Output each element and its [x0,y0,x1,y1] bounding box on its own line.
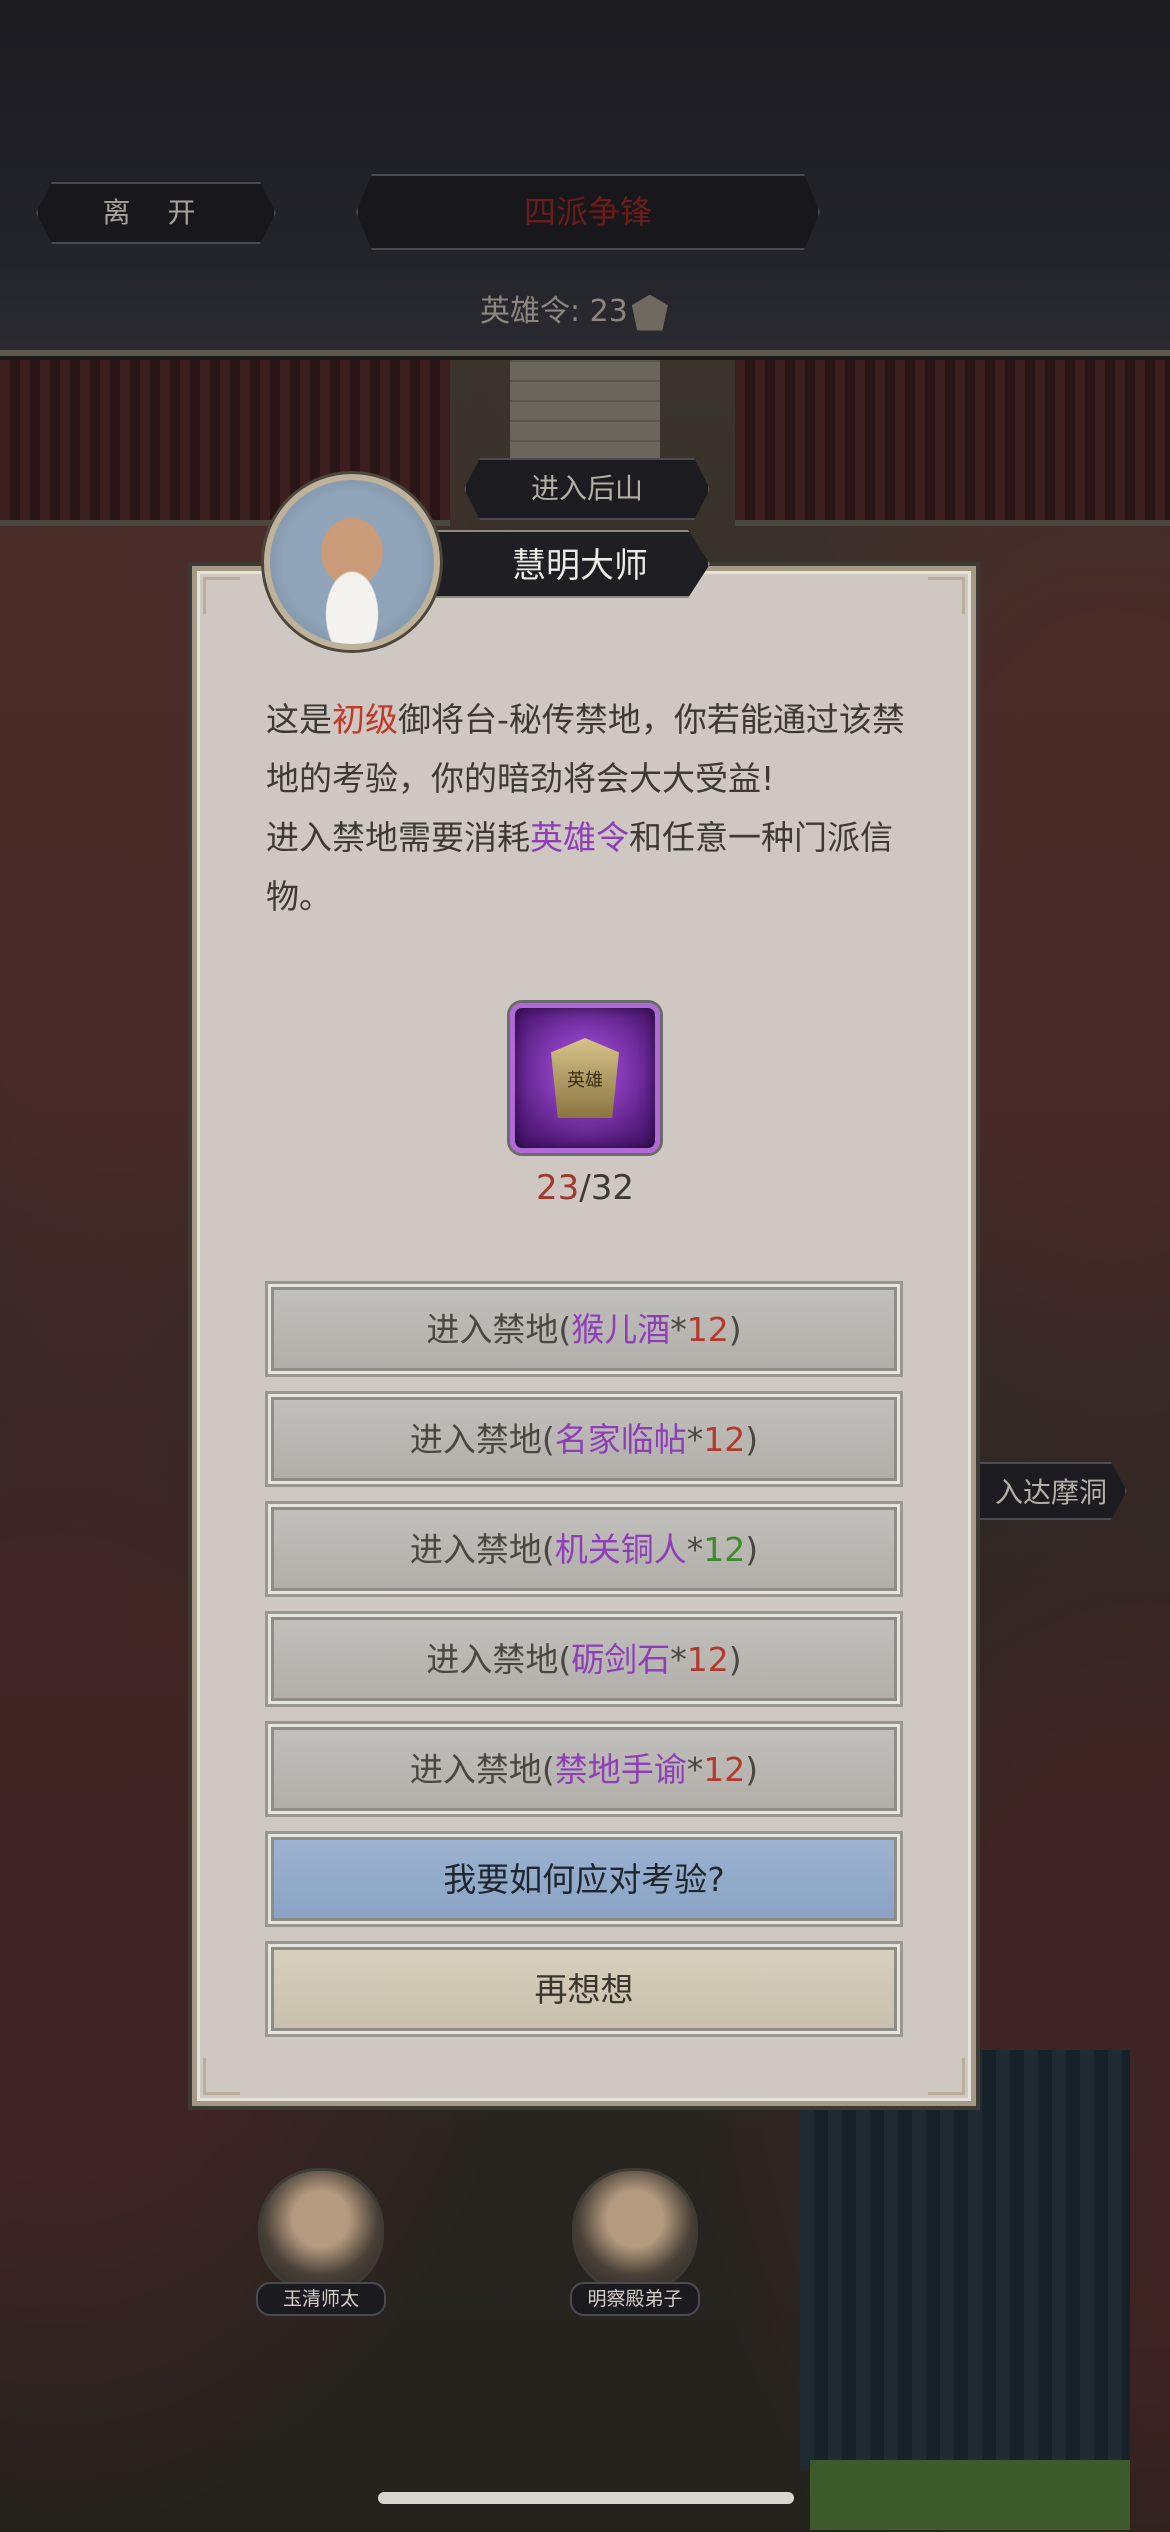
hero-token-label: 英雄令: 23 [480,294,628,329]
option-item: 机关铜人 [554,1530,687,1569]
level-highlight: 初级 [332,700,398,739]
option-star: * [670,1640,687,1679]
corner-ornament [928,577,965,614]
top-bar: 离 开 四派争锋 英雄令: 23 [0,0,1170,356]
temple-roof-bottom [800,2050,1130,2470]
option-star: * [686,1530,704,1569]
token-highlight: 英雄令 [530,818,629,857]
option-count: 12 [686,1640,729,1679]
home-indicator[interactable] [378,2492,794,2504]
page-title: 四派争锋 [356,174,820,250]
grass-strip [810,2460,1130,2530]
enter-damo-cave-button[interactable]: 入达摩洞 [955,1462,1127,1520]
item-count-total: /32 [579,1168,634,1208]
option-item: 砺剑石 [571,1640,671,1679]
item-count: 23/32 [510,1168,660,1208]
corner-ornament [203,577,240,614]
speaker-portrait [264,474,440,650]
option-star: * [686,1750,704,1789]
option-item: 名家临帖 [554,1420,687,1459]
option-item: 猴儿酒 [571,1310,671,1349]
npc-mingcha-disciple[interactable]: 明察殿弟子 [570,2168,700,2316]
hero-token-item-icon[interactable]: 英雄 [510,1003,660,1153]
option-count: 12 [686,1310,729,1349]
option-suffix: ) [728,1640,742,1679]
hero-token-icon [631,294,668,331]
npc-avatar [572,2168,698,2294]
dialog-text: 这是初级御将台-秘传禁地，你若能通过该禁地的考验，你的暗劲将会大大受益! 进入禁地… [266,690,906,926]
option-prefix: 进入禁地( [426,1310,572,1349]
corner-ornament [203,2058,240,2095]
npc-name: 玉清师太 [256,2282,386,2316]
option-suffix: ) [745,1750,759,1789]
leave-button[interactable]: 离 开 [36,182,276,244]
option-suffix: ) [745,1530,759,1569]
option-prefix: 进入禁地( [409,1750,555,1789]
option-star: * [686,1420,704,1459]
emblem-text: 英雄 [567,1070,603,1091]
option-count: 12 [703,1420,746,1459]
option-prefix: 进入禁地( [409,1420,555,1459]
hero-token-counter: 英雄令: 23 [480,286,668,331]
option-prefix: 进入禁地( [409,1530,555,1569]
temple-roof-right [735,360,1170,526]
option-item: 禁地手谕 [554,1750,687,1789]
corner-ornament [928,2058,965,2095]
npc-name: 明察殿弟子 [570,2282,700,2316]
option-count: 12 [703,1530,746,1569]
reconsider-button[interactable]: 再想想 [268,1944,900,2034]
option-suffix: ) [745,1420,759,1459]
enter-with-decree-button[interactable]: 进入禁地(禁地手谕*12) [268,1724,900,1814]
enter-back-mountain-button[interactable]: 进入后山 [464,458,710,520]
npc-yuqing[interactable]: 玉清师太 [256,2168,386,2316]
enter-with-whetstone-button[interactable]: 进入禁地(砺剑石*12) [268,1614,900,1704]
option-prefix: 进入禁地( [426,1640,572,1679]
text-part: 进入禁地需要消耗 [266,818,530,857]
enter-with-calligraphy-button[interactable]: 进入禁地(名家临帖*12) [268,1394,900,1484]
item-count-current: 23 [536,1168,580,1208]
enter-with-monkey-wine-button[interactable]: 进入禁地(猴儿酒*12) [268,1284,900,1374]
option-count: 12 [703,1750,746,1789]
speaker-name: 慧明大师 [420,530,710,598]
option-suffix: ) [728,1310,742,1349]
enter-with-bronze-man-button[interactable]: 进入禁地(机关铜人*12) [268,1504,900,1594]
how-to-handle-button[interactable]: 我要如何应对考验? [268,1834,900,1924]
npc-avatar [258,2168,384,2294]
text-part: 这是 [266,700,332,739]
option-star: * [670,1310,687,1349]
